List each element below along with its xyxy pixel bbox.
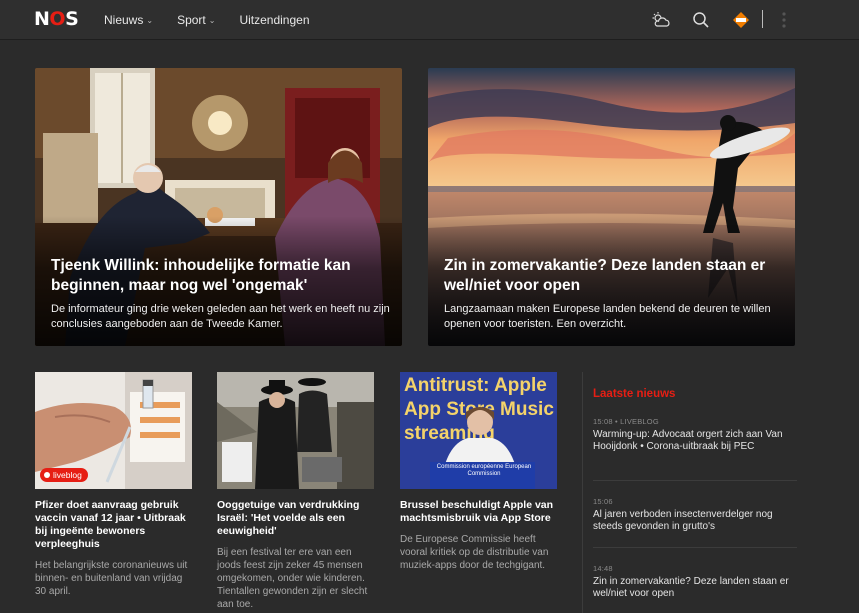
menu-icon[interactable] [773, 9, 795, 31]
nos-logo[interactable]: NOS [34, 8, 82, 30]
card-thumbnail: Antitrust: Apple App Store Music streami… [400, 372, 557, 489]
latest-news-panel: Laatste nieuws 15:08 • LIVEBLOG Warming-… [582, 372, 797, 613]
hero-title: Zin in zomervakantie? Deze landen staan … [444, 257, 766, 294]
main-nav: Nieuws ⌄ Sport ⌄ Uitzendingen [104, 0, 334, 40]
article-card-israel[interactable]: Ooggetuige van verdrukking Israël: 'Het … [217, 372, 374, 611]
card-title: Ooggetuige van verdrukking Israël: 'Het … [217, 499, 360, 537]
hero-title: Tjeenk Willink: inhoudelijke formatie ka… [51, 257, 351, 294]
nav-item-sport[interactable]: Sport ⌄ [177, 13, 215, 27]
liveblog-badge: liveblog [40, 468, 88, 482]
card-thumbnail [217, 372, 374, 489]
card-summary: De Europese Commissie heeft vooral kriti… [400, 534, 549, 571]
npo-icon[interactable] [730, 9, 752, 31]
top-navigation-bar: NOS Nieuws ⌄ Sport ⌄ Uitzendingen [0, 0, 859, 40]
latest-news-item[interactable]: 15:06 Al jaren verboden insectenverdelge… [593, 497, 797, 533]
hero-article-formation[interactable]: Tjeenk Willink: inhoudelijke formatie ka… [35, 68, 402, 346]
card-summary: Bij een festival ter ere van een joods f… [217, 547, 368, 610]
article-card-pfizer[interactable]: liveblog Pfizer doet aanvraag gebruik va… [35, 372, 192, 598]
news-headline: Al jaren verboden insectenverdelger nog … [593, 509, 773, 532]
nav-item-uitzendingen[interactable]: Uitzendingen [239, 13, 309, 27]
news-headline: Zin in zomervakantie? Deze landen staan … [593, 576, 789, 599]
hero-article-summer[interactable]: Zin in zomervakantie? Deze landen staan … [428, 68, 795, 346]
news-timestamp: 15:08 • LIVEBLOG [593, 417, 659, 426]
divider [593, 480, 797, 481]
header-divider [762, 10, 763, 28]
news-headline: Warming-up: Advocaat orgert zich aan Van… [593, 429, 783, 452]
card-summary: Het belangrijkste coronanieuws uit binne… [35, 560, 188, 597]
article-card-apple[interactable]: Antitrust: Apple App Store Music streami… [400, 372, 557, 572]
latest-news-item[interactable]: 15:08 • LIVEBLOG Warming-up: Advocaat or… [593, 417, 797, 453]
hero-subtitle: Langzaamaan maken Europese landen bekend… [444, 303, 771, 330]
nav-item-nieuws[interactable]: Nieuws ⌄ [104, 13, 153, 27]
hero-subtitle: De informateur ging drie weken geleden a… [51, 303, 390, 330]
latest-news-heading: Laatste nieuws [593, 388, 676, 400]
latest-news-item[interactable]: 14:48 Zin in zomervakantie? Deze landen … [593, 564, 797, 600]
chevron-down-icon: ⌄ [146, 15, 154, 25]
search-icon[interactable] [690, 9, 712, 31]
card-title: Brussel beschuldigt Apple van machtsmisb… [400, 499, 554, 524]
live-dot-icon [44, 472, 50, 478]
news-timestamp: 15:06 [593, 497, 613, 506]
chevron-down-icon: ⌄ [208, 15, 216, 25]
card-thumbnail: liveblog [35, 372, 192, 489]
card-title: Pfizer doet aanvraag gebruik vaccin vana… [35, 499, 186, 550]
festival-image [217, 372, 374, 489]
divider [593, 547, 797, 548]
podium-label: Commission européenne European Commissio… [436, 464, 532, 477]
weather-icon[interactable] [650, 9, 672, 31]
news-timestamp: 14:48 [593, 564, 613, 573]
